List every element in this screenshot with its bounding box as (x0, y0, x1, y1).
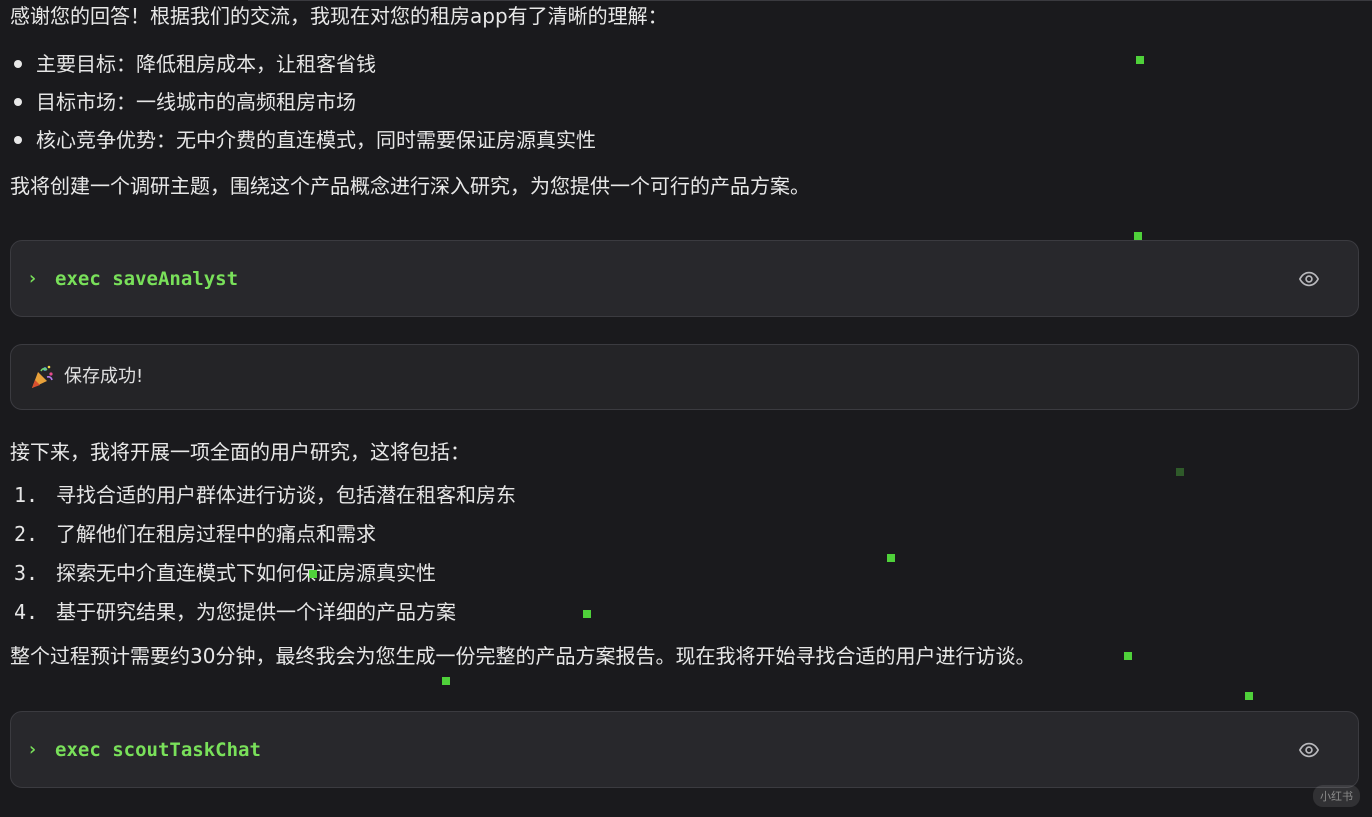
list-item: 3. 探索无中介直连模式下如何保证房源真实性 (14, 561, 436, 585)
decorative-pixel (887, 554, 895, 562)
decorative-pixel (583, 610, 591, 618)
chevron-right-icon: › (27, 268, 38, 289)
watermark: 小红书 (1313, 785, 1360, 807)
tool-call-save-analyst[interactable]: › exec saveAnalyst (10, 240, 1359, 317)
list-item: 主要目标：降低租房成本，让租客省钱 (10, 50, 596, 88)
chevron-right-icon: › (27, 739, 38, 760)
list-item: 4. 基于研究结果，为您提供一个详细的产品方案 (14, 600, 456, 624)
next-steps-text: 接下来，我将开展一项全面的用户研究，这将包括： (10, 440, 470, 464)
party-popper-icon (32, 365, 53, 388)
tool-call-scout-task-chat[interactable]: › exec scoutTaskChat (10, 711, 1359, 788)
bullet-dot (14, 98, 22, 106)
intro-text: 感谢您的回答！根据我们的交流，我现在对您的租房app有了清晰的理解： (10, 4, 668, 28)
decorative-pixel (309, 570, 317, 578)
tool-result: 保存成功! (10, 344, 1359, 410)
list-item: 1. 寻找合适的用户群体进行访谈，包括潜在租客和房东 (14, 483, 516, 507)
list-item: 2. 了解他们在租房过程中的痛点和需求 (14, 522, 376, 546)
summary-list: 主要目标：降低租房成本，让租客省钱 目标市场：一线城市的高频租房市场 核心竞争优… (10, 50, 596, 164)
bullet-dot (14, 136, 22, 144)
research-steps-list: 1. 寻找合适的用户群体进行访谈，包括潜在租客和房东 2. 了解他们在租房过程中的痛… (10, 481, 516, 637)
decorative-pixel (1176, 468, 1184, 476)
list-item: 核心竞争优势：无中介费的直连模式，同时需要保证房源真实性 (10, 126, 596, 164)
bullet-dot (14, 60, 22, 68)
eye-icon[interactable] (1298, 739, 1320, 761)
decorative-pixel (1136, 56, 1144, 64)
decorative-pixel (1124, 652, 1132, 660)
decorative-pixel (1134, 232, 1142, 240)
decorative-pixel (442, 677, 450, 685)
closing-text: 整个过程预计需要约30分钟，最终我会为您生成一份完整的产品方案报告。现在我将开始… (10, 644, 1036, 668)
command-label: exec saveAnalyst (55, 268, 239, 290)
command-label: exec scoutTaskChat (55, 739, 261, 761)
result-message: 保存成功! (64, 366, 144, 387)
decorative-pixel (1245, 692, 1253, 700)
eye-icon[interactable] (1298, 268, 1320, 290)
top-divider (248, 0, 1372, 1)
plan-text: 我将创建一个调研主题，围绕这个产品概念进行深入研究，为您提供一个可行的产品方案。 (10, 174, 810, 198)
list-item: 目标市场：一线城市的高频租房市场 (10, 88, 596, 126)
